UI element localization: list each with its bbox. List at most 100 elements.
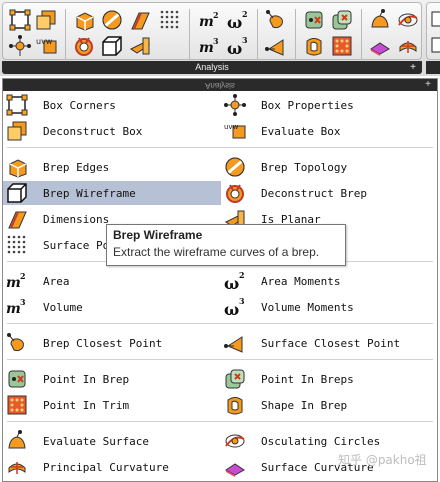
section-divider: [7, 359, 433, 360]
svg-text:2: 2: [242, 9, 248, 19]
ribbon-tab-next[interactable]: [426, 61, 440, 74]
section-divider: [7, 323, 433, 324]
shape-in-brep-icon[interactable]: [301, 33, 327, 59]
menu-item-point-in-brep[interactable]: Point In Brep: [3, 367, 221, 391]
deconstruct-box-icon[interactable]: [33, 7, 59, 33]
svg-text:2: 2: [20, 271, 26, 281]
menu-item-brep-closest-point[interactable]: Brep Closest Point: [3, 331, 221, 355]
menu-item-box-properties[interactable]: Box Properties: [221, 93, 435, 117]
menu-item-label: Brep Closest Point: [43, 336, 163, 350]
deconstruct-brep-icon[interactable]: [71, 33, 97, 59]
surface-curvature-icon[interactable]: [367, 33, 393, 59]
svg-text:ω: ω: [227, 13, 242, 31]
menu-item-point-in-breps[interactable]: Point In Breps: [221, 367, 435, 391]
watermark: 知乎 @pakho祖: [338, 453, 427, 467]
svg-text:2: 2: [213, 10, 219, 20]
ribbon-separator: [65, 9, 66, 59]
svg-text:3: 3: [239, 296, 245, 306]
menu-item-evaluate-surface[interactable]: Evaluate Surface: [3, 429, 221, 453]
point-in-brep-icon: [6, 368, 28, 390]
panel-header-label: Analysis: [205, 81, 235, 90]
point-in-trim-icon: [6, 394, 28, 416]
ribbon-separator: [361, 9, 362, 59]
menu-item-label: Area Moments: [261, 274, 341, 288]
menu-item-shape-in-brep[interactable]: Shape In Brep: [221, 393, 435, 417]
menu-item-label: Point In Breps: [261, 372, 354, 386]
menu-item-label: Deconstruct Brep: [261, 186, 367, 200]
menu-item-label: Point In Brep: [43, 372, 130, 386]
menu-item-area-moments[interactable]: ω2 Area Moments: [221, 269, 435, 293]
menu-item-point-in-trim[interactable]: Point In Trim: [3, 393, 221, 417]
menu-item-surface-closest-point[interactable]: Surface Closest Point: [221, 331, 435, 355]
menu-item-label: Principal Curvature: [43, 460, 169, 474]
svg-text:m: m: [199, 40, 214, 56]
brep-topology-icon: [224, 156, 246, 178]
surface-points-icon[interactable]: [157, 7, 183, 33]
volume-moments-icon[interactable]: ω3: [225, 33, 251, 59]
dimensions-icon[interactable]: [127, 7, 153, 33]
menu-item-label: Surface Poi: [43, 238, 116, 252]
volume-icon[interactable]: m3: [197, 33, 223, 59]
next-group-icon[interactable]: [427, 7, 440, 33]
surface-closest-point-icon[interactable]: [263, 33, 289, 59]
brep-edges-icon[interactable]: [71, 7, 97, 33]
svg-text:3: 3: [20, 297, 26, 307]
ribbon-tab-label: Analysis: [195, 62, 229, 72]
dimensions-icon: [6, 208, 28, 230]
volume-moments-icon: ω3: [224, 296, 246, 319]
menu-item-osculating-circles[interactable]: Osculating Circles: [221, 429, 435, 453]
brep-closest-point-icon[interactable]: [263, 7, 289, 33]
section-divider: [7, 421, 433, 422]
menu-item-volume-moments[interactable]: ω3 Volume Moments: [221, 295, 435, 319]
principal-curvature-icon[interactable]: [395, 33, 421, 59]
menu-item-label: Volume: [43, 300, 83, 314]
osculating-circles-icon[interactable]: [395, 7, 421, 33]
menu-item-area[interactable]: m2 Area: [3, 269, 221, 293]
menu-item-principal-curvature[interactable]: Principal Curvature: [3, 455, 221, 479]
component-ribbon: uvw m2 ω2 m3 ω 3 Analysis +: [0, 0, 440, 76]
menu-item-brep-edges[interactable]: Brep Edges: [3, 155, 221, 179]
svg-text:2: 2: [239, 270, 245, 280]
point-in-trim-icon[interactable]: [329, 33, 355, 59]
menu-item-deconstruct-brep[interactable]: Deconstruct Brep: [221, 181, 435, 205]
area-icon[interactable]: m2: [197, 7, 223, 33]
point-in-brep-icon[interactable]: [301, 7, 327, 33]
surface-points-icon: [6, 234, 28, 256]
evaluate-box-icon[interactable]: uvw: [33, 33, 59, 59]
brep-topology-icon[interactable]: [99, 7, 125, 33]
point-in-breps-icon[interactable]: [329, 7, 355, 33]
box-corners-icon[interactable]: [7, 7, 33, 33]
pin-icon[interactable]: +: [410, 61, 416, 74]
area-moments-icon: ω2: [224, 270, 246, 293]
menu-item-label: Evaluate Surface: [43, 434, 149, 448]
deconstruct-brep-icon: [224, 182, 246, 204]
menu-item-label: Evaluate Box: [261, 124, 341, 138]
menu-item-box-corners[interactable]: Box Corners: [3, 93, 221, 117]
pin-icon[interactable]: +: [425, 79, 431, 91]
menu-item-evaluate-box[interactable]: uvw Evaluate Box: [221, 119, 435, 143]
brep-closest-point-icon: [6, 332, 28, 354]
menu-item-brep-wireframe[interactable]: Brep Wireframe: [3, 181, 221, 205]
menu-item-label: Brep Wireframe: [43, 186, 136, 200]
area-moments-icon[interactable]: ω2: [225, 7, 251, 33]
menu-item-label: Box Corners: [43, 98, 116, 112]
ribbon-tab-analysis[interactable]: Analysis +: [2, 61, 422, 74]
ribbon-separator: [257, 9, 258, 59]
menu-item-label: Brep Topology: [261, 160, 348, 174]
tooltip-title: Brep Wireframe: [113, 228, 203, 242]
ribbon-separator: [295, 9, 296, 59]
menu-item-label: Brep Edges: [43, 160, 110, 174]
next-group-icon-2[interactable]: [427, 33, 440, 59]
menu-item-deconstruct-box[interactable]: Deconstruct Box: [3, 119, 221, 143]
menu-item-label: Dimensions: [43, 212, 110, 226]
is-planar-icon[interactable]: [127, 33, 153, 59]
evaluate-surface-icon[interactable]: [367, 7, 393, 33]
svg-text:uvw: uvw: [36, 37, 53, 46]
brep-wireframe-icon[interactable]: [99, 33, 125, 59]
point-in-breps-icon: [224, 368, 246, 390]
box-corners-icon: [6, 94, 28, 116]
menu-item-brep-topology[interactable]: Brep Topology: [221, 155, 435, 179]
box-properties-icon[interactable]: [7, 33, 33, 59]
menu-item-label: Area: [43, 274, 70, 288]
menu-item-volume[interactable]: m3 Volume: [3, 295, 221, 319]
